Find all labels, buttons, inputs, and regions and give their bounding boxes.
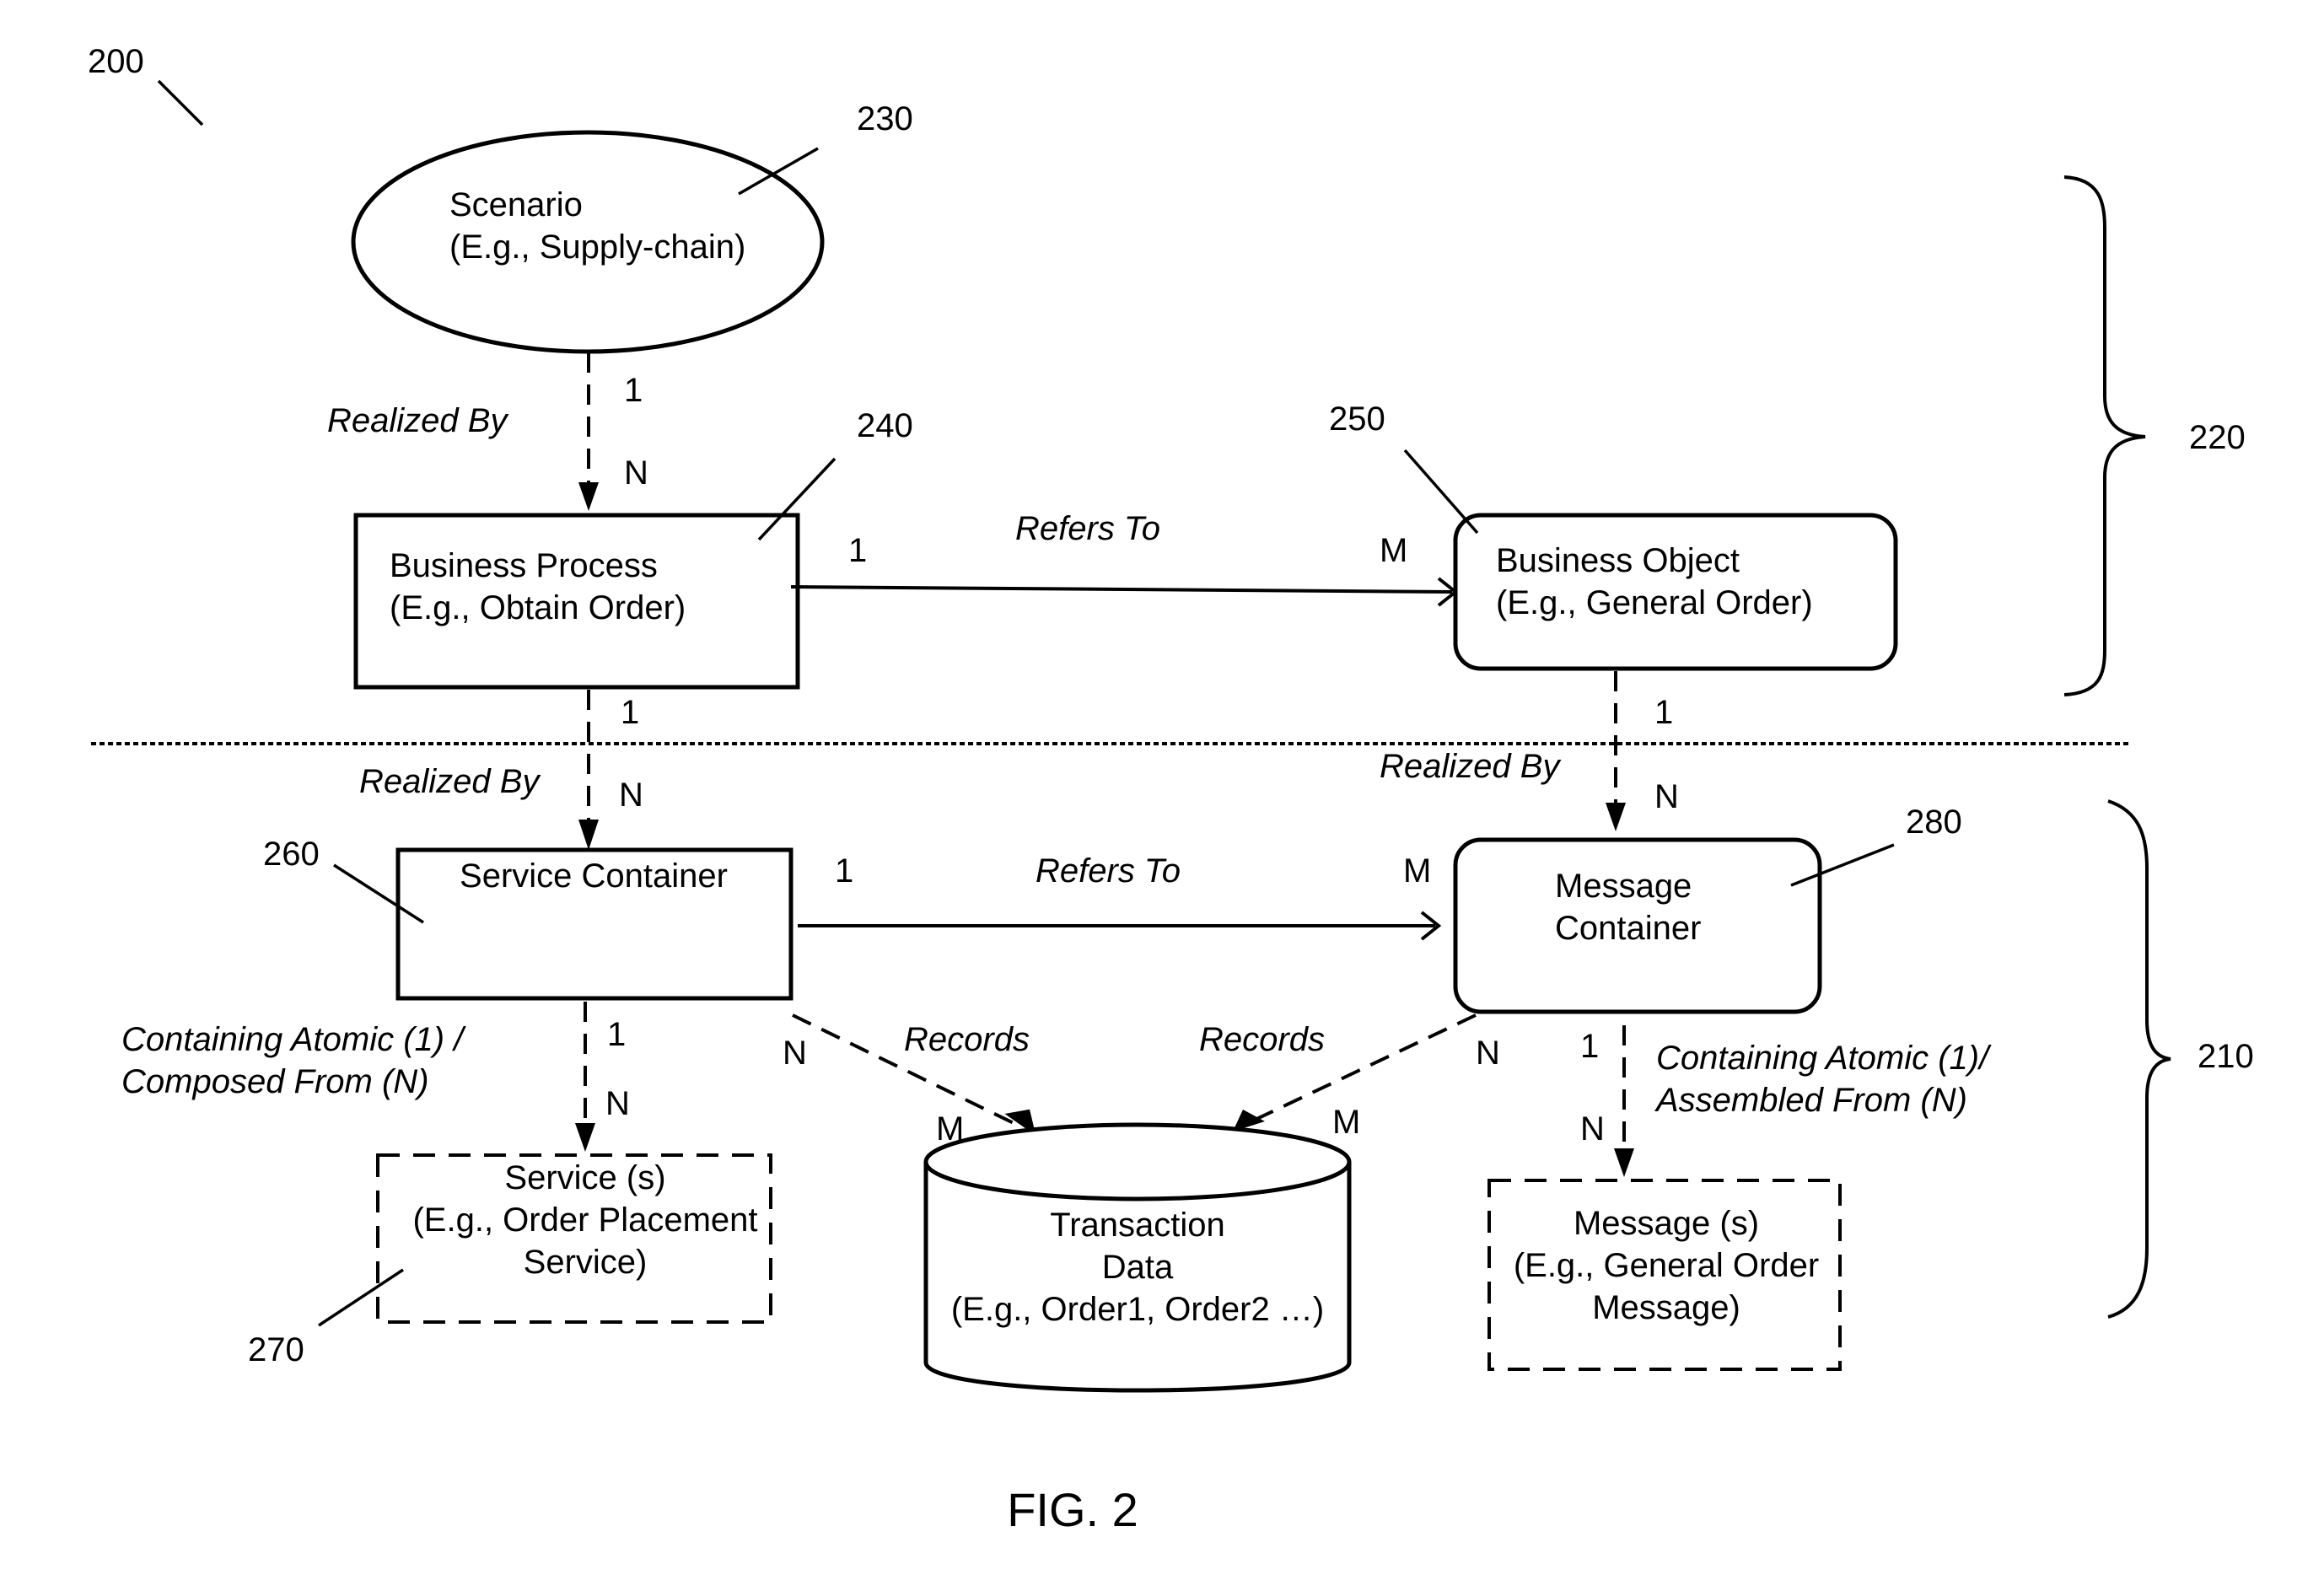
node-services[interactable]: Service (s) (E.g., Order Placement Servi…	[376, 1153, 772, 1324]
messages-example-line2: Message)	[1592, 1289, 1740, 1326]
edge-label-mc-messages-line1: Containing Atomic (1)/	[1656, 1040, 1992, 1077]
services-example-line2: Service)	[524, 1244, 648, 1281]
transaction-data-title-line1: Transaction	[1050, 1207, 1225, 1244]
messages-example-line1: (E.g., General Order	[1514, 1247, 1819, 1284]
node-messages[interactable]: Message (s) (E.g., General Order Message…	[1487, 1179, 1842, 1371]
edge-label-mc-td: Records	[1199, 1021, 1325, 1058]
node-scenario[interactable]: Scenario (E.g., Supply-chain)	[351, 130, 825, 354]
card-bp-bo-from: 1	[848, 532, 867, 569]
edge-label-bp-sc: Realized By	[359, 763, 541, 800]
edge-label-scenario-bp: Realized By	[327, 402, 509, 439]
business-process-ref: 240	[857, 407, 913, 444]
edge-label-sc-mc: Refers To	[1036, 852, 1181, 890]
message-container-ref: 280	[1906, 804, 1962, 841]
service-container-title: Service Container	[460, 857, 728, 895]
services-example-line1: (E.g., Order Placement	[412, 1201, 757, 1239]
card-sc-mc-from: 1	[835, 852, 853, 890]
arrowhead-bp-to-sc	[578, 820, 599, 850]
card-mc-messages-to: N	[1580, 1110, 1605, 1148]
diagram-canvas: 200 220 210 Scenario (E.g., Supply-chain…	[88, 43, 2254, 1536]
card-sc-td-from: N	[783, 1035, 807, 1072]
transaction-data-example: (E.g., Order1, Order2 …)	[951, 1291, 1324, 1328]
business-object-ref: 250	[1329, 400, 1385, 438]
arrowhead-scenario-to-bp	[578, 482, 599, 511]
business-object-ref-leader	[1403, 449, 1479, 535]
cylinder-top	[923, 1122, 1352, 1201]
arrowhead-bo-to-mc	[1606, 803, 1626, 831]
node-message-container[interactable]: Message Container	[1453, 837, 1822, 1014]
business-process-example: (E.g., Obtain Order)	[390, 589, 686, 626]
message-container-title-line2: Container	[1555, 910, 1701, 947]
scenario-example: (E.g., Supply-chain)	[449, 228, 745, 266]
card-bo-mc-from: 1	[1654, 694, 1673, 731]
brace-lower	[2107, 799, 2171, 1319]
edge-label-mc-messages-line2: Assembled From (N)	[1654, 1082, 1967, 1119]
card-scenario-bp-from: 1	[624, 372, 643, 409]
business-object-title: Business Object	[1496, 542, 1740, 579]
figure-ref-number: 200	[88, 43, 144, 80]
arrowhead-sc-to-services	[575, 1123, 595, 1152]
group-ref-210: 210	[2198, 1038, 2254, 1075]
scenario-title: Scenario	[449, 186, 583, 223]
services-ref: 270	[248, 1331, 304, 1368]
edge-label-bp-bo: Refers To	[1015, 510, 1160, 547]
card-bp-bo-to: M	[1380, 532, 1407, 569]
business-process-title: Business Process	[390, 547, 658, 584]
figure-caption: FIG. 2	[1007, 1483, 1138, 1536]
figure-ref-leader	[157, 79, 204, 126]
card-sc-mc-to: M	[1403, 852, 1431, 890]
scenario-ref: 230	[857, 100, 913, 137]
node-transaction-data[interactable]: Transaction Data (E.g., Order1, Order2 ……	[923, 1122, 1352, 1393]
card-mc-td-to: M	[1332, 1104, 1360, 1141]
node-service-container[interactable]: Service Container	[395, 847, 793, 1001]
message-container-title-line1: Message	[1555, 868, 1692, 905]
arrowhead-mc-to-messages	[1614, 1148, 1634, 1177]
card-bp-sc-to: N	[619, 777, 643, 814]
edge-label-bo-mc: Realized By	[1380, 748, 1562, 785]
node-business-object[interactable]: Business Object (E.g., General Order)	[1453, 513, 1898, 671]
card-bo-mc-to: N	[1654, 778, 1679, 815]
card-mc-messages-from: 1	[1580, 1028, 1599, 1065]
services-title: Service (s)	[504, 1159, 665, 1196]
messages-title: Message (s)	[1574, 1205, 1759, 1242]
group-ref-220: 220	[2189, 419, 2246, 456]
edge-label-sc-services-line1: Containing Atomic (1) /	[121, 1021, 466, 1058]
brace-upper	[2063, 175, 2146, 696]
edge-label-sc-td: Records	[904, 1021, 1030, 1058]
card-scenario-bp-to: N	[624, 454, 648, 492]
edge-label-sc-services-line2: Composed From (N)	[121, 1063, 429, 1100]
card-mc-td-from: N	[1476, 1035, 1500, 1072]
card-bp-sc-from: 1	[621, 694, 639, 731]
business-object-example: (E.g., General Order)	[1496, 584, 1813, 621]
node-business-process[interactable]: Business Process (E.g., Obtain Order)	[353, 513, 800, 690]
service-container-ref: 260	[263, 836, 320, 873]
edge-bp-to-bo	[790, 585, 1453, 594]
card-sc-services-to: N	[605, 1085, 630, 1122]
card-sc-services-from: 1	[607, 1016, 626, 1053]
transaction-data-title-line2: Data	[1102, 1249, 1174, 1286]
